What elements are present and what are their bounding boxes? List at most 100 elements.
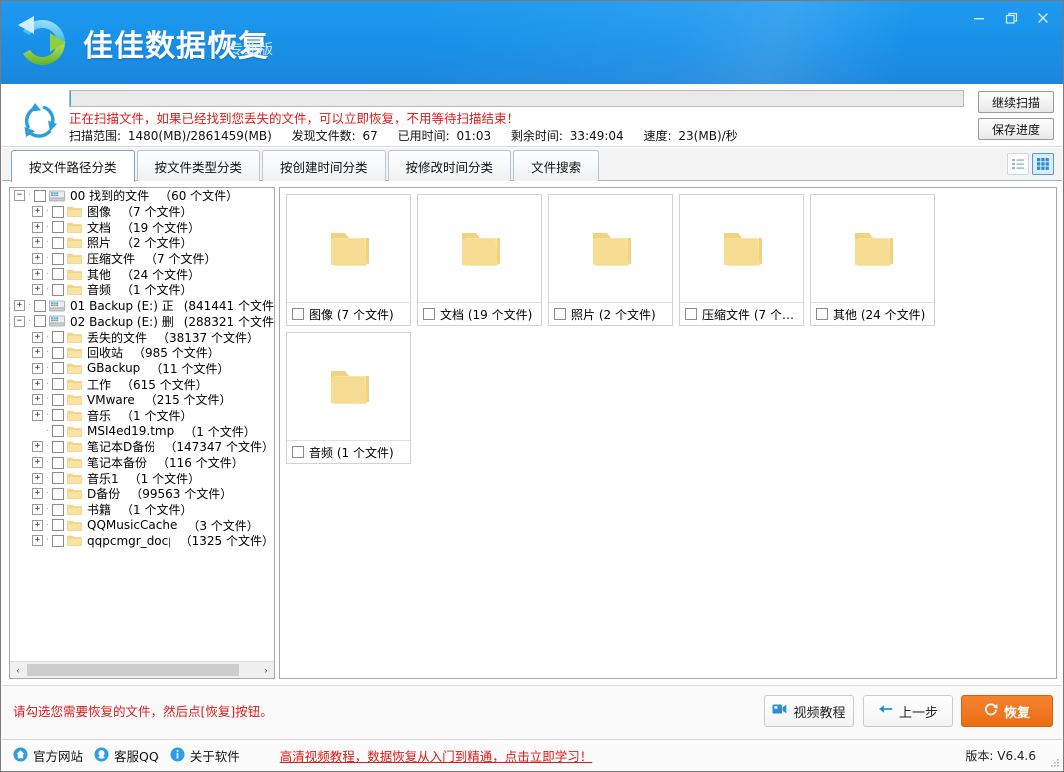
- tree-row-checkbox[interactable]: [52, 534, 64, 547]
- expand-icon[interactable]: +: [32, 284, 43, 296]
- expand-icon[interactable]: +: [32, 378, 43, 390]
- tree-row-checkbox[interactable]: [52, 519, 64, 532]
- tree-row-checkbox[interactable]: [52, 393, 64, 406]
- tree-row[interactable]: + · GBackup （11 个文件）: [10, 361, 274, 377]
- tree-row[interactable]: + · 回收站 （985 个文件）: [10, 345, 274, 361]
- previous-step-button[interactable]: 上一步: [863, 695, 953, 727]
- expand-icon[interactable]: +: [32, 268, 43, 280]
- restore-button[interactable]: [995, 5, 1027, 31]
- tree-row-checkbox[interactable]: [34, 315, 46, 328]
- video-tutorial-button[interactable]: 视频教程: [764, 695, 854, 727]
- tree-row[interactable]: + · 丢失的文件 （38137 个文件）: [10, 329, 274, 345]
- scroll-right-arrow[interactable]: ›: [258, 662, 274, 678]
- expand-icon[interactable]: +: [32, 331, 43, 343]
- file-grid-item[interactable]: 照片 (2 个文件): [548, 194, 673, 326]
- tree-row[interactable]: + · 笔记本D备份 （147347 个文件）: [10, 439, 274, 455]
- tree-row[interactable]: + · 文档 （19 个文件）: [10, 219, 274, 235]
- tree-row[interactable]: +· qqpcmgr_docpro （1325 个文件）: [10, 533, 274, 549]
- tree-row-checkbox[interactable]: [52, 503, 64, 516]
- expand-icon[interactable]: +: [32, 535, 43, 547]
- tree-row[interactable]: + · 照片 （2 个文件）: [10, 235, 274, 251]
- expand-icon[interactable]: +: [32, 347, 43, 359]
- file-item-checkbox[interactable]: [554, 308, 566, 320]
- expand-icon[interactable]: +: [32, 472, 43, 484]
- expand-icon[interactable]: +: [32, 394, 43, 406]
- tab-by-create-time[interactable]: 按创建时间分类: [262, 150, 386, 181]
- tree-row-checkbox[interactable]: [52, 487, 64, 500]
- save-progress-button[interactable]: 保存进度: [978, 118, 1054, 140]
- tree-row[interactable]: + · 书籍 （1 个文件）: [10, 502, 274, 518]
- file-grid-item[interactable]: 文档 (19 个文件): [417, 194, 542, 326]
- tree-row[interactable]: + · 音乐 （1 个文件）: [10, 408, 274, 424]
- file-item-checkbox[interactable]: [816, 308, 828, 320]
- tree-row-checkbox[interactable]: [52, 331, 64, 344]
- expand-icon[interactable]: +: [32, 519, 43, 531]
- tab-by-file-type[interactable]: 按文件类型分类: [136, 150, 261, 181]
- promo-link[interactable]: 高清视频教程，数据恢复从入门到精通，点击立即学习！: [280, 746, 593, 765]
- scrollbar-thumb[interactable]: [27, 664, 239, 676]
- expand-icon[interactable]: +: [32, 206, 43, 218]
- grid-view-icon[interactable]: [1032, 153, 1054, 175]
- tree-row[interactable]: −· 02 Backup (E:) 删除文件 (288321 个文件: [10, 314, 274, 330]
- tree-row-checkbox[interactable]: [52, 268, 64, 281]
- file-grid-item[interactable]: 其他 (24 个文件): [810, 194, 935, 326]
- expand-icon[interactable]: +: [32, 409, 43, 421]
- official-website-link[interactable]: 官方网站: [13, 746, 83, 765]
- tree-row-checkbox[interactable]: [52, 283, 64, 296]
- about-software-link[interactable]: 关于软件: [170, 746, 240, 765]
- tree-row-checkbox[interactable]: [34, 189, 46, 202]
- tree-row[interactable]: +· 01 Backup (E:) 正常文件 (841441 个文件: [10, 298, 274, 314]
- tree-row[interactable]: + · 图像 （7 个文件）: [10, 204, 274, 220]
- tree-row-checkbox[interactable]: [52, 236, 64, 249]
- tree-row-checkbox[interactable]: [52, 362, 64, 375]
- tree-row[interactable]: + · 压缩文件 （7 个文件）: [10, 251, 274, 267]
- expand-icon[interactable]: +: [32, 362, 43, 374]
- tree-row[interactable]: + · VMware （215 个文件）: [10, 392, 274, 408]
- file-item-checkbox[interactable]: [423, 308, 435, 320]
- folder-tree[interactable]: − · 00 找到的文件 （60 个文件） + · 图像 （7 个文件） + · 文档 （19 个文件…: [10, 188, 274, 661]
- tree-row-checkbox[interactable]: [52, 346, 64, 359]
- file-grid-item[interactable]: 音频 (1 个文件): [286, 332, 411, 464]
- tree-row[interactable]: + · D备份 （99563 个文件）: [10, 486, 274, 502]
- list-view-icon[interactable]: [1007, 153, 1029, 175]
- tree-row-checkbox[interactable]: [52, 440, 64, 453]
- tab-by-file-path[interactable]: 按文件路径分类: [11, 150, 135, 183]
- resize-grip-icon[interactable]: [1048, 757, 1060, 769]
- tree-horizontal-scrollbar[interactable]: ‹ ›: [10, 661, 274, 678]
- customer-service-qq-link[interactable]: 客服QQ: [94, 746, 159, 765]
- tree-row[interactable]: + · 音乐1 （1 个文件）: [10, 470, 274, 486]
- expand-icon[interactable]: +: [32, 488, 43, 500]
- expand-icon[interactable]: +: [32, 221, 43, 233]
- expand-icon[interactable]: +: [32, 504, 43, 516]
- tree-row[interactable]: − · 00 找到的文件 （60 个文件）: [10, 188, 274, 204]
- collapse-icon[interactable]: −: [14, 315, 25, 327]
- file-item-checkbox[interactable]: [685, 308, 697, 320]
- file-grid-item[interactable]: 压缩文件 (7 个…: [679, 194, 804, 326]
- expand-icon[interactable]: +: [14, 300, 25, 312]
- scrollbar-track[interactable]: [26, 662, 258, 678]
- tree-row-checkbox[interactable]: [34, 299, 46, 312]
- minimize-button[interactable]: [963, 5, 995, 31]
- expand-icon[interactable]: +: [32, 441, 43, 453]
- continue-scan-button[interactable]: 继续扫描: [978, 91, 1054, 113]
- tab-by-modify-time[interactable]: 按修改时间分类: [387, 150, 512, 181]
- tree-row-checkbox[interactable]: [52, 456, 64, 469]
- expand-icon[interactable]: +: [32, 253, 43, 265]
- file-item-checkbox[interactable]: [292, 446, 304, 458]
- tree-row-checkbox[interactable]: [52, 221, 64, 234]
- close-button[interactable]: [1027, 5, 1059, 31]
- expand-icon[interactable]: +: [32, 237, 43, 249]
- tree-row-checkbox[interactable]: [52, 205, 64, 218]
- expand-icon[interactable]: +: [32, 457, 43, 469]
- collapse-icon[interactable]: −: [14, 190, 25, 202]
- recover-button[interactable]: 恢复: [961, 695, 1053, 727]
- scroll-left-arrow[interactable]: ‹: [10, 662, 26, 678]
- file-grid-item[interactable]: 图像 (7 个文件): [286, 194, 411, 326]
- tree-row[interactable]: + · 笔记本备份 （116 个文件）: [10, 455, 274, 471]
- file-item-checkbox[interactable]: [292, 308, 304, 320]
- tree-row-checkbox[interactable]: [52, 409, 64, 422]
- tree-row[interactable]: + · 工作 （615 个文件）: [10, 376, 274, 392]
- tree-row[interactable]: + · QQMusicCache （3 个文件）: [10, 517, 274, 533]
- tab-file-search[interactable]: 文件搜索: [513, 150, 600, 181]
- tree-row-checkbox[interactable]: [52, 378, 64, 391]
